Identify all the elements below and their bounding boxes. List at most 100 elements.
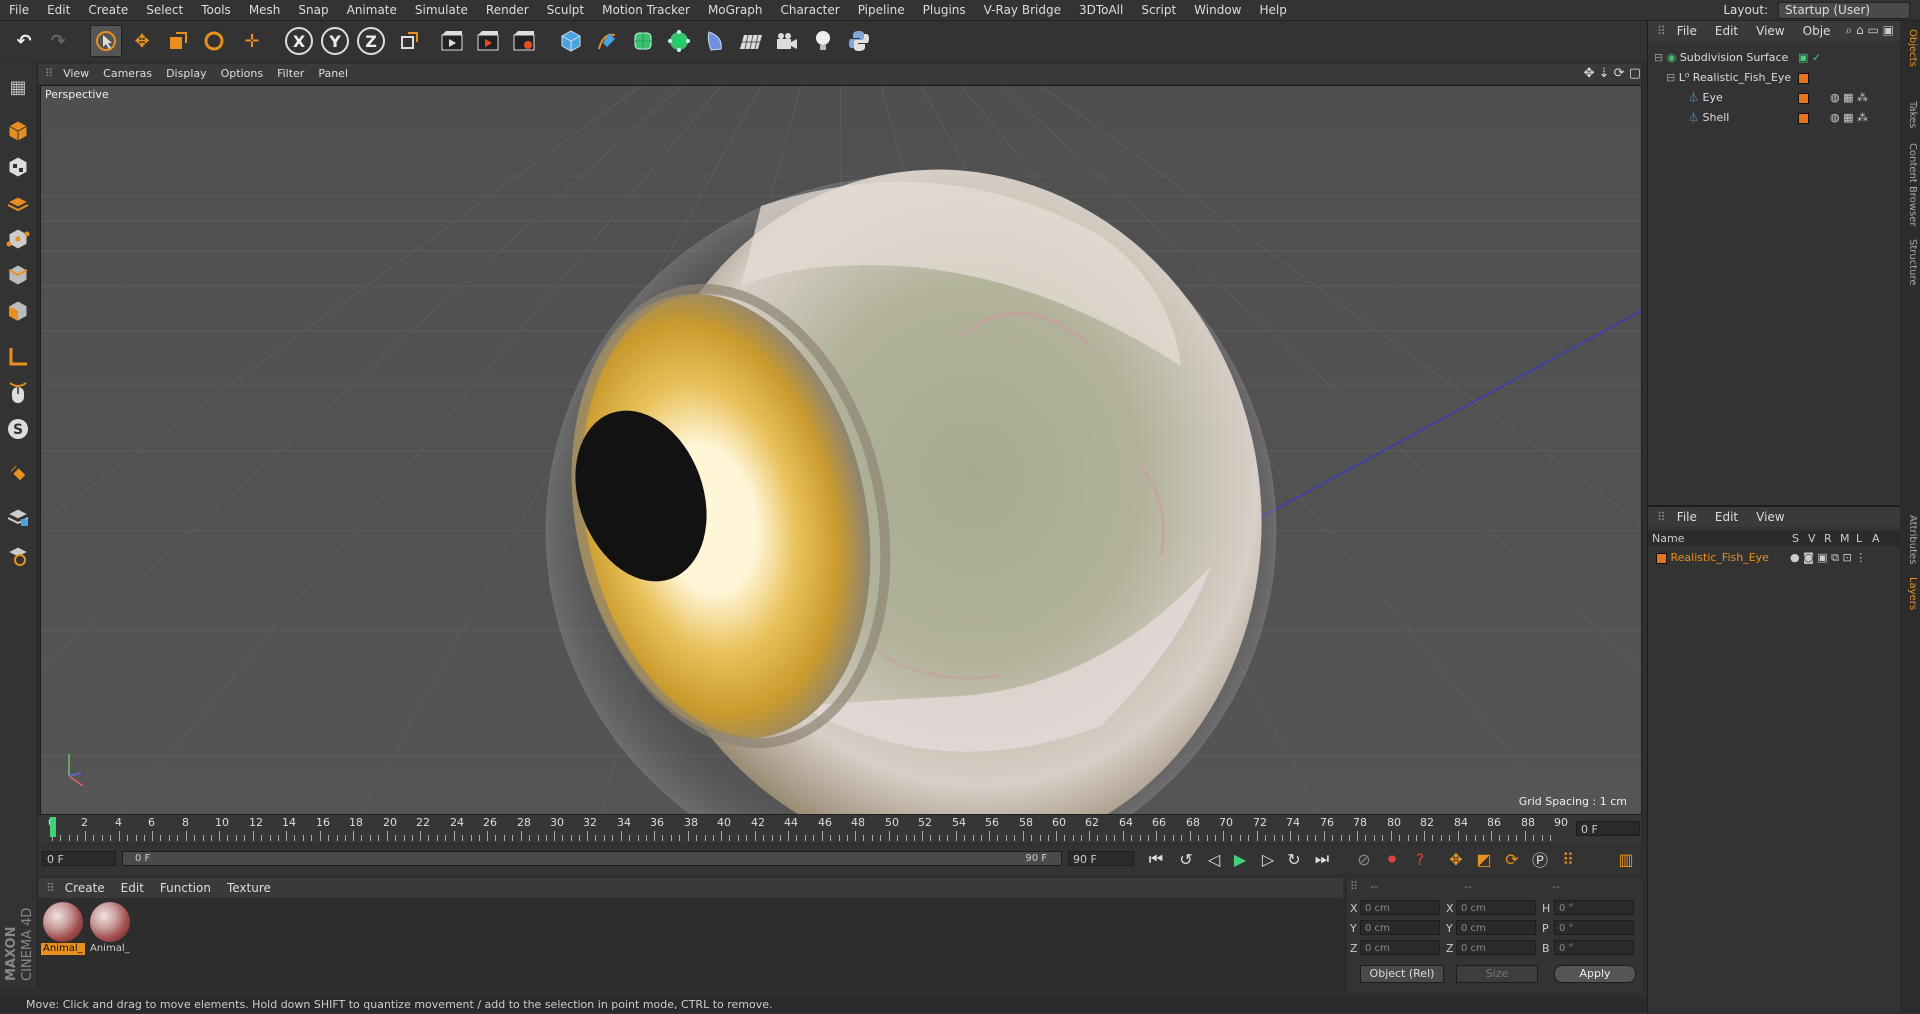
column-view[interactable]: V [1808,531,1816,546]
tweak-mode-icon[interactable] [3,378,33,408]
dolly-view-icon[interactable]: ⇣ [1599,66,1610,81]
layer-toggles-icon[interactable]: ● ◙ ▣ ⧉ ⊡ ⋮ [1790,549,1866,567]
column-locked[interactable]: L [1856,531,1862,546]
end-frame-field[interactable]: 90 F [1068,851,1134,866]
viewport-menu-panel[interactable]: Panel [311,64,355,84]
size-mode-select[interactable]: Size [1456,965,1538,983]
menu-sculpt[interactable]: Sculpt [538,0,593,20]
layer-row[interactable]: Realistic_Fish_Eye ● ◙ ▣ ⧉ ⊡ ⋮ [1656,549,1896,567]
coordinate-system-icon[interactable] [393,25,425,57]
menu-simulate[interactable]: Simulate [406,0,477,20]
axis-mode-icon[interactable] [3,342,33,372]
subdivision-surface-icon[interactable] [627,25,659,57]
render-view-icon[interactable] [436,25,468,57]
menu-render[interactable]: Render [477,0,538,20]
viewport-menu-display[interactable]: Display [159,64,214,84]
camera-icon[interactable] [771,25,803,57]
maximize-view-icon[interactable]: ▢ [1629,66,1641,81]
menu-3dtoall[interactable]: 3DToAll [1070,0,1132,20]
size-y-field[interactable]: 0 cm [1456,920,1536,935]
key-position-icon[interactable]: ✥ [1444,848,1468,870]
collapse-icon[interactable]: ⊟ [1666,71,1675,84]
key-rotation-icon[interactable]: ⟳ [1500,848,1524,870]
viewport-menu-view[interactable]: View [56,64,96,84]
layer-color-swatch[interactable] [1798,109,1809,127]
material-menu-texture[interactable]: Texture [219,878,279,898]
tree-row[interactable]: ⊟ ◉ Subdivision Surface ▣ ✓ [1654,49,1894,67]
viewport-camera-label[interactable]: Perspective [45,88,109,101]
material-menu-function[interactable]: Function [152,878,219,898]
menu-mesh[interactable]: Mesh [240,0,290,20]
side-tab-content-browser[interactable]: Content Browser [1902,143,1918,226]
menu-vray-bridge[interactable]: V-Ray Bridge [975,0,1070,20]
column-name[interactable]: Name [1652,531,1684,546]
apply-button[interactable]: Apply [1554,965,1636,983]
enabled-check-icon[interactable]: ▣ ✓ [1798,49,1821,67]
snap-icon[interactable]: S [3,414,33,444]
pen-spline-icon[interactable] [591,25,623,57]
menu-mograph[interactable]: MoGraph [699,0,772,20]
undo-icon[interactable]: ↶ [8,25,40,57]
current-frame-field[interactable]: 0 F [1576,821,1640,836]
layer-color-swatch[interactable] [1798,69,1809,87]
side-tab-attributes[interactable]: Attributes [1902,515,1918,564]
side-tab-takes[interactable]: Takes [1902,101,1918,128]
object-search-icon[interactable]: ⌕ ⌂ ▭ ▣ [1846,23,1894,38]
make-editable-icon[interactable]: ▦ [3,72,33,102]
light-icon[interactable] [807,25,839,57]
size-z-field[interactable]: 0 cm [1456,940,1536,955]
rot-b-field[interactable]: 0 ° [1554,940,1634,955]
viewport-menu-cameras[interactable]: Cameras [96,64,159,84]
side-tab-objects[interactable]: Objects [1902,29,1918,67]
next-key-icon[interactable]: ↻ [1282,848,1306,870]
start-frame-field[interactable]: 0 F [42,851,116,866]
record-keys-icon[interactable]: ⊘ [1352,848,1376,870]
y-axis-button[interactable]: Y [319,25,351,57]
object-menu-file[interactable]: File [1668,21,1706,41]
viewport-menu-filter[interactable]: Filter [270,64,311,84]
go-to-end-icon[interactable]: ⏭ [1310,848,1334,870]
menu-window[interactable]: Window [1185,0,1250,20]
column-solo[interactable]: S [1792,531,1799,546]
key-pla-icon[interactable]: ⠿ [1556,848,1580,870]
pos-z-field[interactable]: 0 cm [1360,940,1440,955]
keyframe-selection-icon[interactable]: ? [1408,848,1432,870]
render-settings-icon[interactable] [508,25,540,57]
x-axis-button[interactable]: X [283,25,315,57]
side-tab-structure[interactable]: Structure [1902,239,1918,286]
menu-tools[interactable]: Tools [192,0,240,20]
material-tag-icon[interactable]: ◍ ▦ ⁂ [1830,89,1868,107]
coordinate-mode-select[interactable]: Object (Rel) [1360,965,1444,983]
pos-y-field[interactable]: 0 cm [1360,920,1440,935]
material-swatch[interactable]: Animal_ [88,902,132,956]
workplane-snap-icon[interactable] [3,540,33,570]
tree-row[interactable]: ⊟ L⁰ Realistic_Fish_Eye [1666,69,1894,87]
material-swatch[interactable]: Animal_ [41,902,85,956]
menu-animate[interactable]: Animate [338,0,406,20]
menu-edit[interactable]: Edit [38,0,79,20]
scale-tool-icon[interactable] [162,25,194,57]
material-menu-create[interactable]: Create [57,878,113,898]
menu-plugins[interactable]: Plugins [914,0,975,20]
previous-key-icon[interactable]: ↺ [1174,848,1198,870]
layer-menu-view[interactable]: View [1747,507,1793,527]
edges-mode-icon[interactable] [3,260,33,290]
model-mode-icon[interactable] [3,116,33,146]
range-slider[interactable]: 0 F 90 F [122,851,1062,866]
go-to-start-icon[interactable]: ⏮ [1144,848,1168,870]
texture-mode-icon[interactable] [3,152,33,182]
rotate-view-icon[interactable]: ⟳ [1614,66,1625,81]
menu-file[interactable]: File [0,0,38,20]
layer-color-swatch[interactable] [1656,552,1667,564]
redo-icon[interactable]: ↷ [42,25,74,57]
workplane-icon[interactable] [3,188,33,218]
pos-x-field[interactable]: 0 cm [1360,900,1440,915]
z-axis-button[interactable]: Z [355,25,387,57]
column-animation[interactable]: A [1872,531,1880,546]
object-menu-view[interactable]: View [1747,21,1793,41]
key-scale-icon[interactable]: ◩ [1472,848,1496,870]
column-manager[interactable]: M [1840,531,1850,546]
deformer-icon[interactable] [699,25,731,57]
live-selection-icon[interactable]: ✛ [236,25,268,57]
layer-menu-edit[interactable]: Edit [1706,507,1747,527]
